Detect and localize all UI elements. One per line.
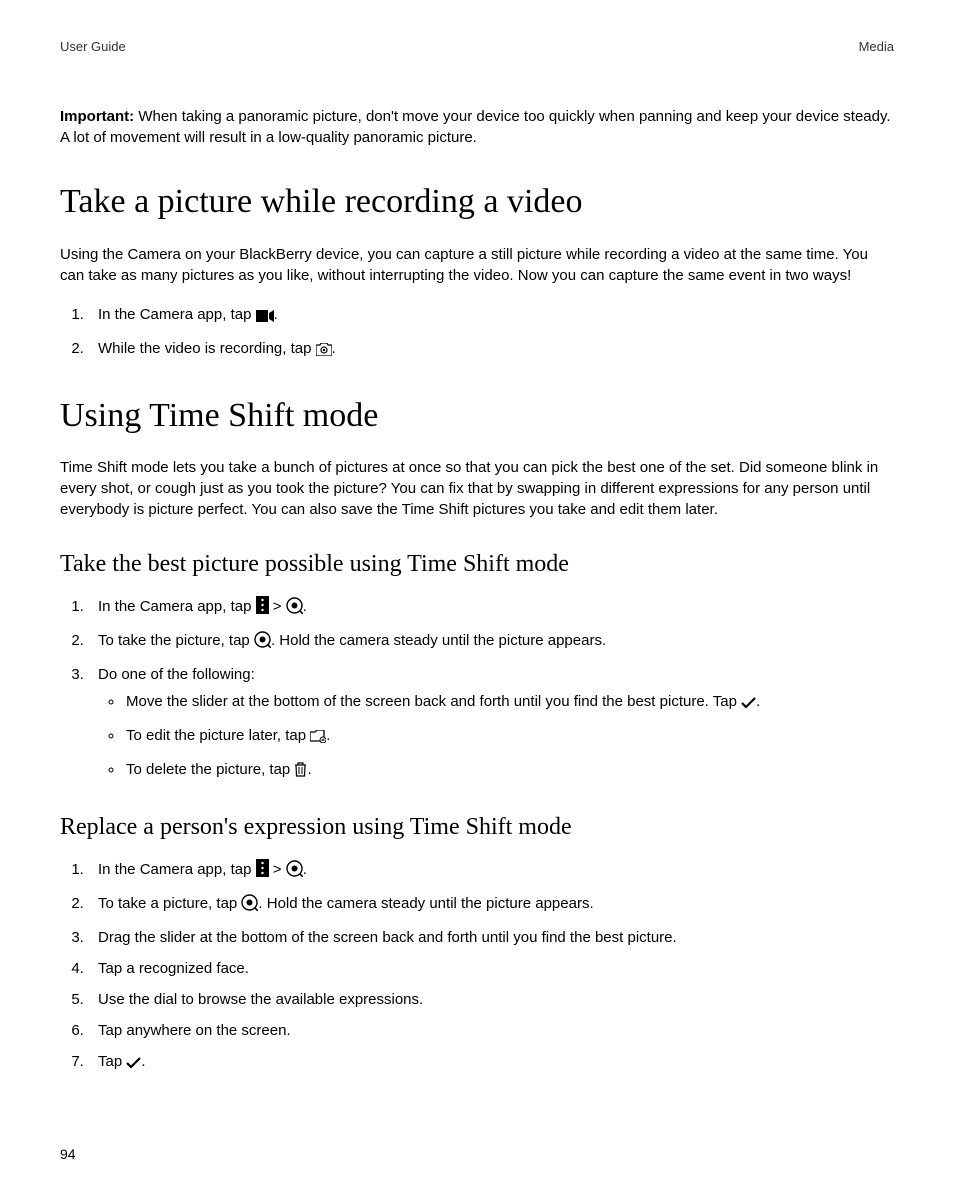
more-menu-icon [256, 596, 269, 620]
list-item: Move the slider at the bottom of the scr… [124, 691, 894, 715]
header-left: User Guide [60, 38, 126, 56]
list-item: Tap . [88, 1051, 894, 1075]
section2-intro: Time Shift mode lets you take a bunch of… [60, 457, 894, 520]
section1-intro: Using the Camera on your BlackBerry devi… [60, 244, 894, 286]
list-item: In the Camera app, tap > . [88, 596, 894, 620]
heading-replace-expression: Replace a person's expression using Time… [60, 811, 894, 845]
list-item: To take the picture, tap . Hold the came… [88, 630, 894, 654]
time-shift-icon [241, 894, 258, 917]
sub2-steps: In the Camera app, tap > . To take a pic… [60, 859, 894, 1075]
video-camera-icon [256, 307, 274, 328]
list-item: Do one of the following: Move the slider… [88, 664, 894, 783]
time-shift-icon [286, 860, 303, 883]
trash-icon [294, 762, 307, 783]
important-label: Important: [60, 108, 134, 125]
important-note: Important: When taking a panoramic pictu… [60, 106, 894, 148]
header-right: Media [859, 38, 894, 56]
sub1-steps: In the Camera app, tap > . To take the p… [60, 596, 894, 783]
list-item: While the video is recording, tap . [88, 338, 894, 362]
time-shift-icon [254, 631, 271, 654]
list-item: In the Camera app, tap . [88, 304, 894, 328]
time-shift-icon [286, 597, 303, 620]
list-item: Tap anywhere on the screen. [88, 1020, 894, 1041]
list-item: To edit the picture later, tap . [124, 725, 894, 749]
list-item: In the Camera app, tap > . [88, 859, 894, 883]
list-item: To take a picture, tap . Hold the camera… [88, 893, 894, 917]
list-item: Tap a recognized face. [88, 958, 894, 979]
check-icon [126, 1054, 141, 1075]
list-item: Use the dial to browse the available exp… [88, 989, 894, 1010]
page-number: 94 [60, 1145, 894, 1165]
page-header: User Guide Media [60, 38, 894, 56]
check-icon [741, 694, 756, 715]
camera-icon [316, 341, 332, 362]
list-item: Drag the slider at the bottom of the scr… [88, 927, 894, 948]
heading-take-picture-video: Take a picture while recording a video [60, 178, 894, 226]
section1-steps: In the Camera app, tap . While the video… [60, 304, 894, 362]
sub1-bullets: Move the slider at the bottom of the scr… [98, 691, 894, 783]
list-item: To delete the picture, tap . [124, 759, 894, 783]
save-folder-icon [310, 728, 326, 749]
more-menu-icon [256, 859, 269, 883]
important-text: When taking a panoramic picture, don't m… [60, 108, 891, 146]
heading-time-shift: Using Time Shift mode [60, 392, 894, 440]
heading-best-picture: Take the best picture possible using Tim… [60, 548, 894, 582]
